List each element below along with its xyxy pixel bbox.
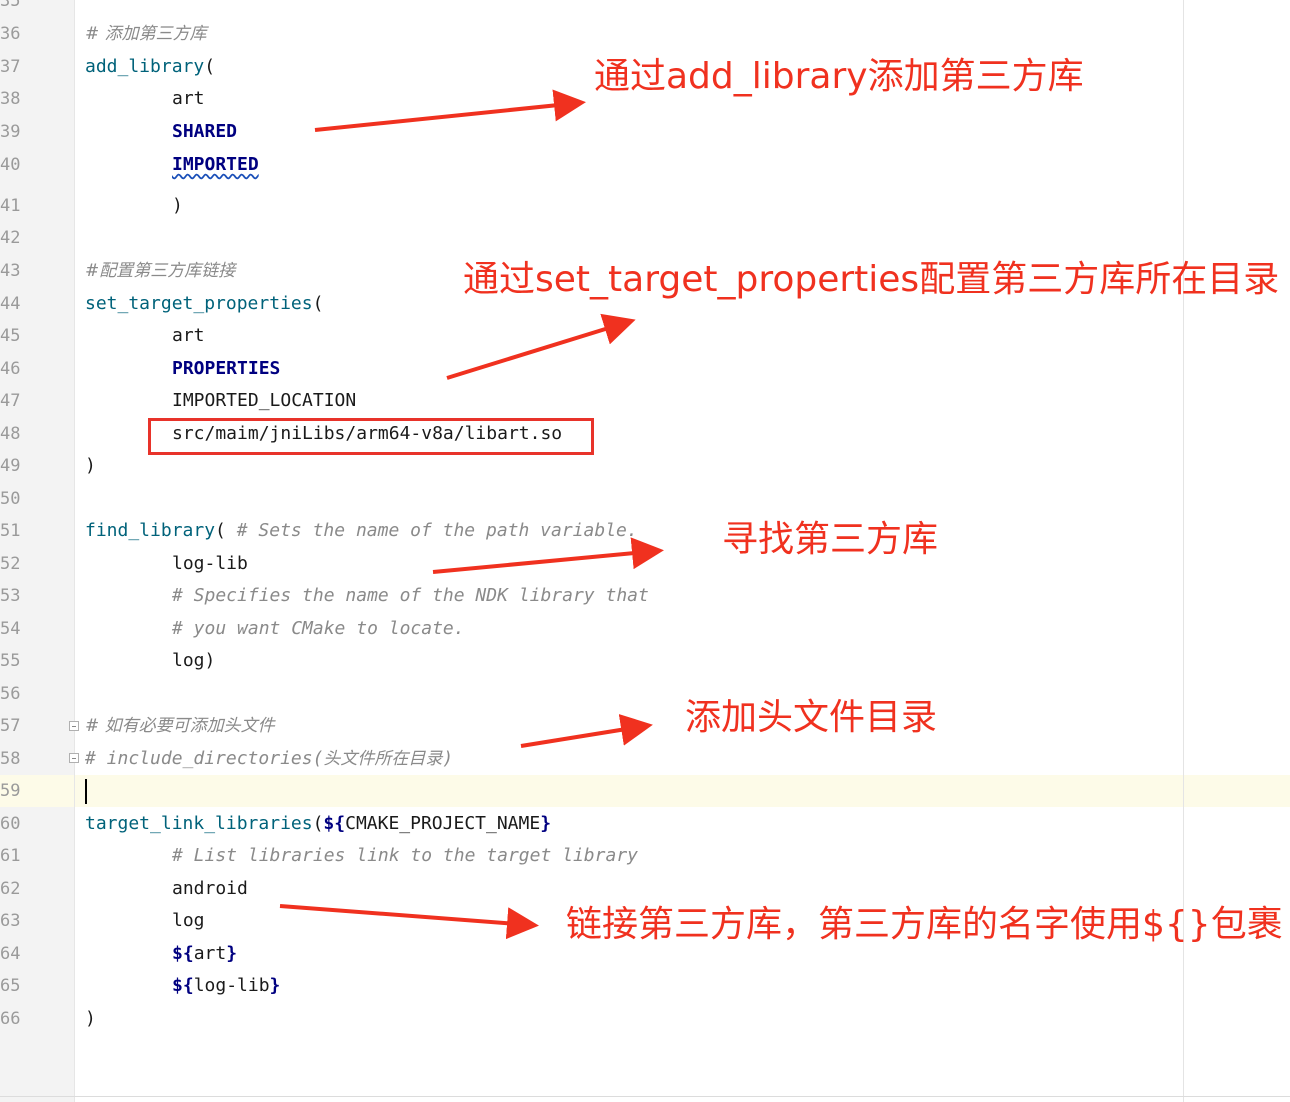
annotation-link-libraries: 链接第三方库，第三方库的名字使用${}包裹 — [566, 904, 1283, 945]
annotation-add-library: 通过add_library添加第三方库 — [594, 56, 1084, 97]
arrow-add-library — [314, 89, 586, 132]
arrow-set-target-properties — [446, 313, 636, 380]
annotation-include-directories: 添加头文件目录 — [685, 697, 938, 738]
arrow-find-library — [432, 537, 664, 574]
arrow-link-libraries — [279, 904, 539, 940]
arrow-include-dirs — [520, 714, 653, 748]
annotation-set-target-properties: 通过set_target_properties配置第三方库所在目录 — [463, 259, 1280, 300]
annotation-find-library: 寻找第三方库 — [722, 519, 939, 560]
